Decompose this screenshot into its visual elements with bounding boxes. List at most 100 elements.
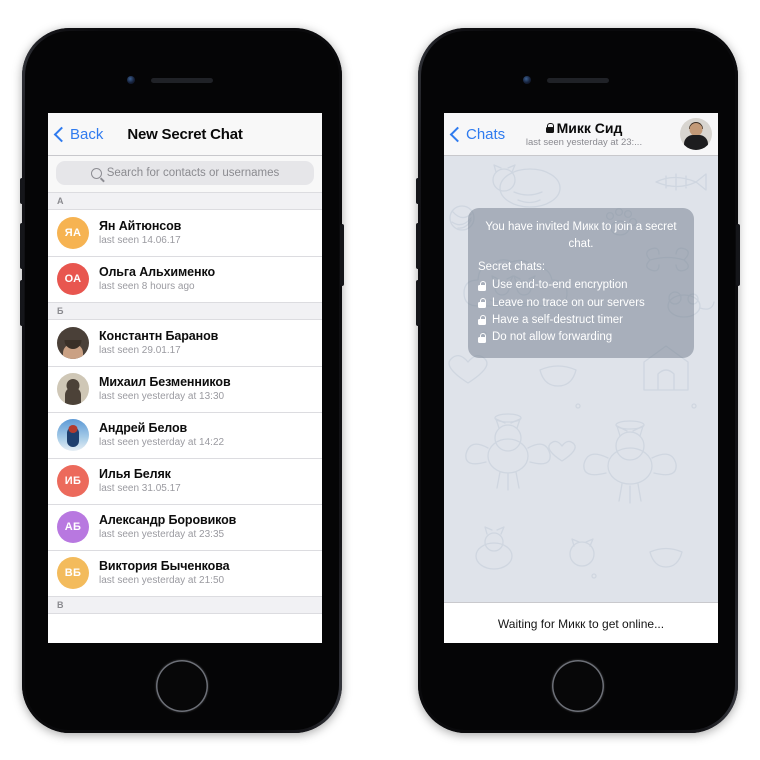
contact-row[interactable]: Константн Баранов last seen 29.01.17 [48, 320, 322, 366]
contact-text: Ян Айтюнсов last seen 14.06.17 [99, 219, 182, 246]
contact-row[interactable]: Андрей Белов last seen yesterday at 14:22 [48, 412, 322, 458]
secret-chat-feature-label: Leave no trace on our servers [492, 296, 645, 309]
contact-status: last seen yesterday at 21:50 [99, 574, 225, 586]
service-message-subhead: Secret chats: [478, 261, 546, 274]
waiting-status-text: Waiting for Микк to get online... [497, 616, 665, 631]
service-message-headline: You have invited Микк to join a secret c… [485, 221, 677, 250]
left-phone-screen: Back New Secret Chat Search for contacts… [48, 113, 322, 643]
left-phone-body: Back New Secret Chat Search for contacts… [25, 31, 339, 730]
search-bar-container: Search for contacts or usernames [48, 156, 322, 192]
lock-icon [478, 280, 487, 291]
section-header: А [48, 192, 322, 210]
waiting-status-bar: Waiting for Микк to get online... [444, 602, 718, 643]
screenshot-root: Back New Secret Chat Search for contacts… [0, 0, 760, 760]
contact-name: Михаил Безменников [99, 375, 231, 390]
right-phone: Chats Микк Сид last seen yesterday at 23… [416, 28, 740, 733]
contact-text: Михаил Безменников last seen yesterday at… [99, 375, 231, 402]
chat-title: Микк Сид [556, 119, 623, 136]
chat-title-row: Микк Сид [496, 120, 672, 136]
secret-chat-feature-item: Use end-to-end encryption [478, 277, 684, 294]
contact-text: Андрей Белов last seen yesterday at 14:22 [99, 421, 225, 448]
contact-name: Ян Айтюнсов [99, 219, 182, 234]
contact-initials-avatar: ИБ [57, 465, 89, 497]
contact-name: Виктория Быченкова [99, 559, 230, 574]
contact-photo-avatar [57, 373, 89, 405]
contact-name: Андрей Белов [99, 421, 188, 436]
contact-row[interactable]: Михаил Безменников last seen yesterday at… [48, 366, 322, 412]
secret-chat-feature-item: Do not allow forwarding [478, 329, 684, 346]
contact-text: Александр Боровиков last seen yesterday a… [99, 513, 237, 540]
contact-row[interactable]: ОА Ольга Альхименко last seen 8 hours ago [48, 256, 322, 302]
power-button[interactable] [340, 224, 344, 286]
avatar[interactable] [680, 118, 712, 150]
contact-initials-avatar: АБ [57, 511, 89, 543]
right-phone-screen: Chats Микк Сид last seen yesterday at 23… [444, 113, 718, 643]
contact-name: Илья Беляк [99, 467, 171, 482]
chevron-left-icon [449, 126, 466, 142]
contact-initials-avatar: ОА [57, 263, 89, 295]
service-message-bubble: You have invited Микк to join a secret c… [468, 208, 694, 359]
contact-row[interactable]: ВБ Виктория Быченкова last seen yesterday … [48, 550, 322, 596]
section-header: Б [48, 302, 322, 320]
back-button[interactable]: Back [48, 126, 103, 143]
lock-icon [478, 298, 487, 309]
section-header: В [48, 596, 322, 614]
secret-chat-feature-list: Use end-to-end encryption Leave no trace … [478, 277, 684, 346]
search-icon [90, 167, 102, 179]
front-camera-icon [127, 76, 135, 84]
contact-status: last seen yesterday at 23:35 [99, 528, 225, 540]
contact-initials-avatar: ЯА [57, 217, 89, 249]
avatar-body [684, 135, 708, 150]
contact-text: Илья Беляк last seen 31.05.17 [99, 467, 181, 494]
mute-switch[interactable] [20, 178, 24, 204]
front-camera-icon [523, 76, 531, 84]
contact-name: Александр Боровиков [99, 513, 237, 528]
contact-row[interactable]: ИБ Илья Беляк last seen 31.05.17 [48, 458, 322, 504]
chats-back-button[interactable]: Chats [444, 126, 505, 143]
chat-header-info: Микк Сид last seen yesterday at 23:... [496, 120, 672, 148]
contact-photo-avatar [57, 327, 89, 359]
chats-back-label: Chats [466, 125, 506, 143]
lock-icon [478, 315, 487, 326]
contact-row[interactable]: ЯА Ян Айтюнсов last seen 14.06.17 [48, 210, 322, 256]
chat-subtitle: last seen yesterday at 23:... [525, 136, 643, 148]
lock-icon [478, 332, 487, 343]
contact-status: last seen yesterday at 14:22 [99, 436, 225, 448]
contact-text: Ольга Альхименко last seen 8 hours ago [99, 265, 215, 292]
search-placeholder: Search for contacts or usernames [106, 167, 280, 179]
contact-text: Виктория Быченкова last seen yesterday at… [99, 559, 230, 586]
contact-name: Константн Баранов [99, 329, 219, 344]
contact-row[interactable]: АБ Александр Боровиков last seen yesterday… [48, 504, 322, 550]
chat-navbar: Chats Микк Сид last seen yesterday at 23… [444, 113, 718, 156]
search-input[interactable]: Search for contacts or usernames [56, 161, 314, 185]
power-button[interactable] [736, 224, 740, 286]
mute-switch[interactable] [416, 178, 420, 204]
contact-name: Ольга Альхименко [99, 265, 215, 280]
volume-down-button[interactable] [416, 280, 420, 326]
back-button-label: Back [70, 125, 104, 143]
volume-down-button[interactable] [20, 280, 24, 326]
contact-status: last seen 14.06.17 [99, 234, 181, 246]
contact-list[interactable]: А ЯА Ян Айтюнсов last seen 14.06.17 ОА Ольга … [48, 192, 322, 614]
chevron-left-icon [53, 126, 70, 142]
volume-up-button[interactable] [416, 223, 420, 269]
secret-chat-feature-label: Use end-to-end encryption [492, 279, 628, 292]
chat-wallpaper: You have invited Микк to join a secret c… [444, 156, 718, 602]
lock-icon [545, 122, 554, 133]
secret-chat-feature-label: Have a self-destruct timer [492, 313, 624, 326]
home-button[interactable] [156, 660, 208, 712]
contact-status: last seen 29.01.17 [99, 344, 181, 356]
home-button[interactable] [552, 660, 604, 712]
earpiece-speaker [151, 78, 213, 83]
contact-status: last seen 31.05.17 [99, 482, 181, 494]
contact-photo-avatar [57, 419, 89, 451]
secret-chat-feature-item: Have a self-destruct timer [478, 312, 684, 329]
contact-initials-avatar: ВБ [57, 557, 89, 589]
volume-up-button[interactable] [20, 223, 24, 269]
right-phone-body: Chats Микк Сид last seen yesterday at 23… [421, 31, 735, 730]
secret-chat-feature-item: Leave no trace on our servers [478, 295, 684, 312]
contact-text: Константн Баранов last seen 29.01.17 [99, 329, 219, 356]
contact-status: last seen yesterday at 13:30 [99, 390, 225, 402]
left-phone: Back New Secret Chat Search for contacts… [20, 28, 344, 733]
new-secret-chat-navbar: Back New Secret Chat [48, 113, 322, 156]
